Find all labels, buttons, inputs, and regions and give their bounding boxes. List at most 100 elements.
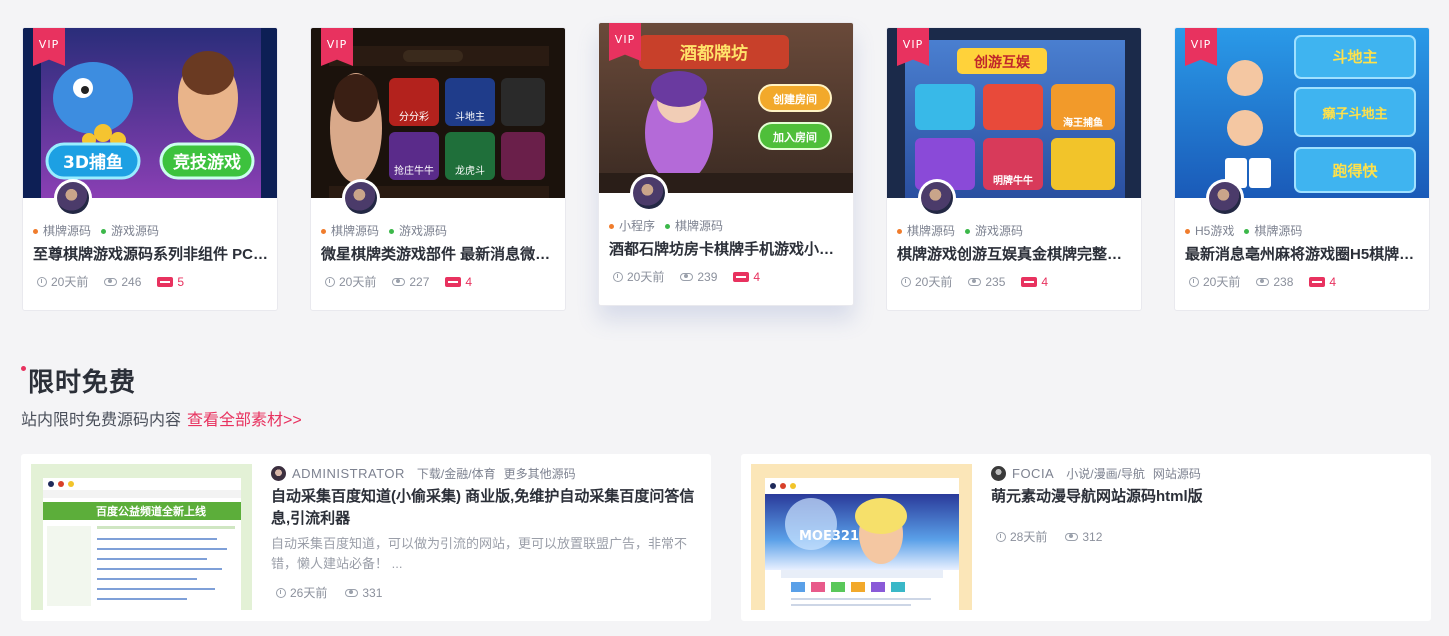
eye-icon (1256, 277, 1270, 286)
list-meta: ADMINISTRATOR 下载/金融/体育 更多其他源码 (271, 465, 576, 482)
view-count: 235 (985, 274, 1006, 289)
author[interactable]: FOCIA (991, 466, 1054, 481)
svg-text:龙虎斗: 龙虎斗 (455, 164, 485, 177)
category-tag[interactable]: 棋牌源码 (897, 222, 955, 239)
post-time: 20天前 (339, 275, 377, 289)
card-meta: 20天前 239 4 (613, 268, 760, 285)
eye-icon (680, 272, 694, 281)
author-name: FOCIA (1012, 466, 1055, 481)
post-time: 20天前 (627, 270, 665, 284)
svg-text:癞子斗地主: 癞子斗地主 (1322, 106, 1387, 122)
card-title[interactable]: 微星棋牌类游戏部件 最新消息微… (321, 243, 557, 264)
view-count: 331 (362, 585, 383, 600)
category-tag[interactable]: 游戏源码 (965, 222, 1023, 239)
avatar (271, 466, 286, 481)
resource-card[interactable]: 创游互娱 海王捕鱼 明牌牛牛 VIP 棋牌源码 游戏源码 棋牌游戏创游互娱真金棋… (886, 27, 1142, 311)
category-tag[interactable]: 更多其他源码 (504, 465, 576, 482)
list-item[interactable]: MOE321 FOCIA 小说/漫画/导航 网站源码 萌元素动漫导航网站源码ht… (741, 454, 1431, 621)
post-time: 28天前 (1010, 530, 1048, 544)
svg-text:创建房间: 创建房间 (772, 92, 817, 106)
category-tags: 棋牌源码 游戏源码 (321, 222, 447, 239)
avatar[interactable] (342, 179, 380, 217)
clock-icon (37, 276, 47, 287)
category-tag[interactable]: 网站源码 (1153, 465, 1201, 482)
list-title[interactable]: 自动采集百度知道(小偷采集) 商业版,免维护自动采集百度问答信息,引流利器 (271, 486, 701, 530)
category-tag[interactable]: 棋牌源码 (321, 222, 379, 239)
clock-icon (1189, 276, 1199, 287)
post-time: 20天前 (915, 275, 953, 289)
section-subtitle-text: 站内限时免费源码内容 (21, 412, 182, 429)
svg-text:抢庄牛牛: 抢庄牛牛 (394, 164, 434, 177)
svg-text:MOE321: MOE321 (799, 529, 859, 544)
eye-icon (392, 277, 406, 286)
svg-text:3D捕鱼: 3D捕鱼 (63, 152, 123, 173)
card-meta: 20天前 246 5 (37, 273, 184, 290)
avatar[interactable] (630, 174, 668, 212)
card-title[interactable]: 至尊棋牌游戏源码系列非组件 PC… (33, 243, 269, 264)
price-value: 4 (1041, 274, 1049, 289)
list-title[interactable]: 萌元素动漫导航网站源码html版 (991, 486, 1421, 508)
category-tag[interactable]: 小说/漫画/导航 (1066, 465, 1145, 482)
avatar (991, 466, 1006, 481)
category-tag[interactable]: 游戏源码 (389, 222, 447, 239)
eye-icon (1065, 532, 1079, 541)
category-tags: 小程序 棋牌源码 (609, 217, 723, 234)
clock-icon (996, 531, 1006, 542)
author[interactable]: ADMINISTRATOR (271, 466, 405, 481)
category-tags: 棋牌源码 游戏源码 (33, 222, 159, 239)
website-screenshot-image: 百度公益频道全新上线 (31, 464, 252, 610)
list-thumbnail[interactable]: 百度公益频道全新上线 (31, 464, 252, 610)
svg-text:斗地主: 斗地主 (455, 110, 485, 123)
svg-text:创游互娱: 创游互娱 (973, 54, 1031, 71)
list-item[interactable]: 百度公益频道全新上线 ADMINISTRATOR 下载/金融/体育 更多其他源码… (21, 454, 711, 621)
svg-text:斗地主: 斗地主 (1332, 48, 1377, 66)
svg-text:分分彩: 分分彩 (399, 111, 429, 123)
website-screenshot-image: MOE321 (751, 464, 972, 610)
svg-text:明牌牛牛: 明牌牛牛 (993, 174, 1033, 187)
avatar[interactable] (918, 179, 956, 217)
card-meta: 20天前 235 4 (901, 273, 1048, 290)
resource-card[interactable]: 分分彩 斗地主 抢庄牛牛 龙虎斗 VIP 棋牌源码 游戏源码 微星棋牌类游戏部件… (310, 27, 566, 311)
section-subtitle: 站内限时免费源码内容 查看全部素材>> (21, 406, 302, 430)
svg-text:竞技游戏: 竞技游戏 (173, 152, 241, 173)
svg-text:海王捕鱼: 海王捕鱼 (1063, 116, 1103, 129)
price-value: 4 (1329, 274, 1337, 289)
card-title[interactable]: 棋牌游戏创游互娱真金棋牌完整… (897, 243, 1133, 264)
price-value: 5 (177, 274, 185, 289)
category-tag[interactable]: 棋牌源码 (665, 217, 723, 234)
avatar[interactable] (54, 179, 92, 217)
section-title: 限时免费 (28, 367, 137, 397)
view-count: 227 (409, 274, 430, 289)
eye-icon (104, 277, 118, 286)
category-tag[interactable]: 棋牌源码 (1244, 222, 1302, 239)
list-description: 自动采集百度知道，可以做为引流的网站，更可以放置联盟广告，非常不错，懒人建站必备… (271, 536, 688, 571)
avatar[interactable] (1206, 179, 1244, 217)
eye-icon (345, 588, 359, 597)
view-count: 239 (697, 269, 718, 284)
card-title[interactable]: 最新消息亳州麻将游戏圈H5棋牌… (1185, 243, 1421, 264)
category-tag[interactable]: 下载/金融/体育 (417, 465, 496, 482)
eye-icon (968, 277, 982, 286)
category-tags: 棋牌源码 游戏源码 (897, 222, 1023, 239)
resource-card[interactable]: 酒都牌坊 创建房间 加入房间 VIP 小程序 棋牌源码 酒都石牌坊房卡棋牌手机游… (598, 22, 854, 306)
view-all-link[interactable]: 查看全部素材>> (187, 412, 302, 429)
price-icon (1309, 276, 1326, 287)
category-tag[interactable]: 游戏源码 (101, 222, 159, 239)
price-value: 4 (753, 269, 761, 284)
category-tag[interactable]: 棋牌源码 (33, 222, 91, 239)
clock-icon (613, 271, 623, 282)
svg-text:加入房间: 加入房间 (772, 130, 817, 144)
resource-card[interactable]: 3D捕鱼 竞技游戏 VIP 棋牌源码 游戏源码 至尊棋牌游戏源码系列非组件 PC… (22, 27, 278, 311)
list-meta: FOCIA 小说/漫画/导航 网站源码 (991, 465, 1201, 482)
resource-card[interactable]: 斗地主 癞子斗地主 跑得快 VIP H5游戏 棋牌源码 最新消息亳州麻将游戏圈H… (1174, 27, 1430, 311)
svg-text:百度公益频道全新上线: 百度公益频道全新上线 (96, 504, 206, 518)
price-icon (445, 276, 462, 287)
card-title[interactable]: 酒都石牌坊房卡棋牌手机游戏小… (609, 238, 845, 259)
list-stats: 28天前 312 (996, 528, 1102, 545)
category-tag[interactable]: H5游戏 (1185, 222, 1234, 239)
section-accent-dot (21, 366, 26, 371)
card-meta: 20天前 227 4 (325, 273, 472, 290)
category-tag[interactable]: 小程序 (609, 217, 655, 234)
view-count: 246 (121, 274, 142, 289)
list-thumbnail[interactable]: MOE321 (751, 464, 972, 610)
